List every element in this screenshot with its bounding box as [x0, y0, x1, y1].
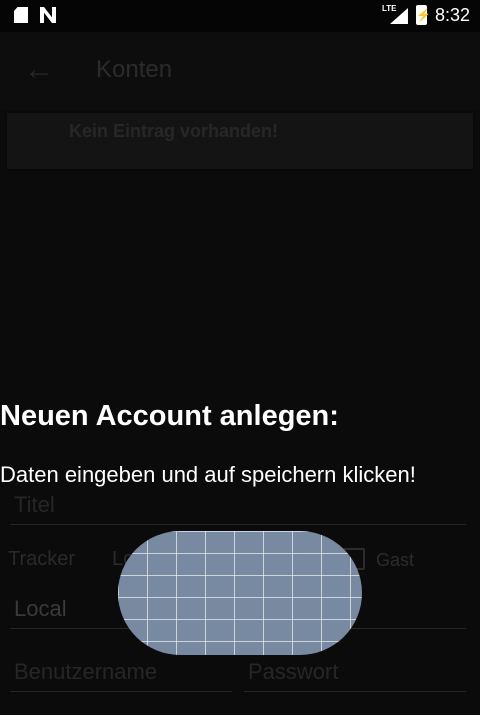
n-icon — [40, 7, 56, 23]
status-bar-left — [14, 7, 56, 23]
host-value: Local — [14, 596, 67, 621]
guest-label: Gast — [376, 550, 415, 570]
network-type: LTE — [381, 4, 397, 13]
battery-charging-icon: ⚡ — [415, 5, 431, 25]
status-bar: LTE ⚡ 8:32 — [0, 0, 480, 32]
password-placeholder: Passwort — [248, 659, 339, 684]
signal-icon: LTE — [382, 4, 408, 26]
tracker-label: Tracker — [8, 548, 76, 570]
touch-overlay-pill — [118, 531, 362, 655]
status-bar-right: LTE ⚡ 8:32 — [382, 4, 470, 26]
username-field[interactable]: Benutzername — [10, 655, 232, 692]
app-bar: ← Konten — [0, 32, 480, 110]
title-field[interactable]: Titel — [10, 490, 466, 525]
page-title: Konten — [96, 56, 173, 83]
dialog-message: Daten eingeben und auf speichern klicken… — [0, 462, 416, 487]
arrow-back-icon[interactable]: ← — [24, 55, 54, 85]
username-placeholder: Benutzername — [14, 659, 158, 684]
password-field[interactable]: Passwort — [244, 655, 466, 692]
title-placeholder: Titel — [14, 492, 55, 517]
dialog-title: Neuen Account anlegen: — [0, 400, 339, 432]
empty-list-card: Kein Eintrag vorhanden! — [7, 113, 473, 169]
empty-list-text: Kein Eintrag vorhanden! — [69, 121, 279, 141]
sd-card-icon — [14, 7, 28, 23]
status-time: 8:32 — [434, 4, 470, 25]
